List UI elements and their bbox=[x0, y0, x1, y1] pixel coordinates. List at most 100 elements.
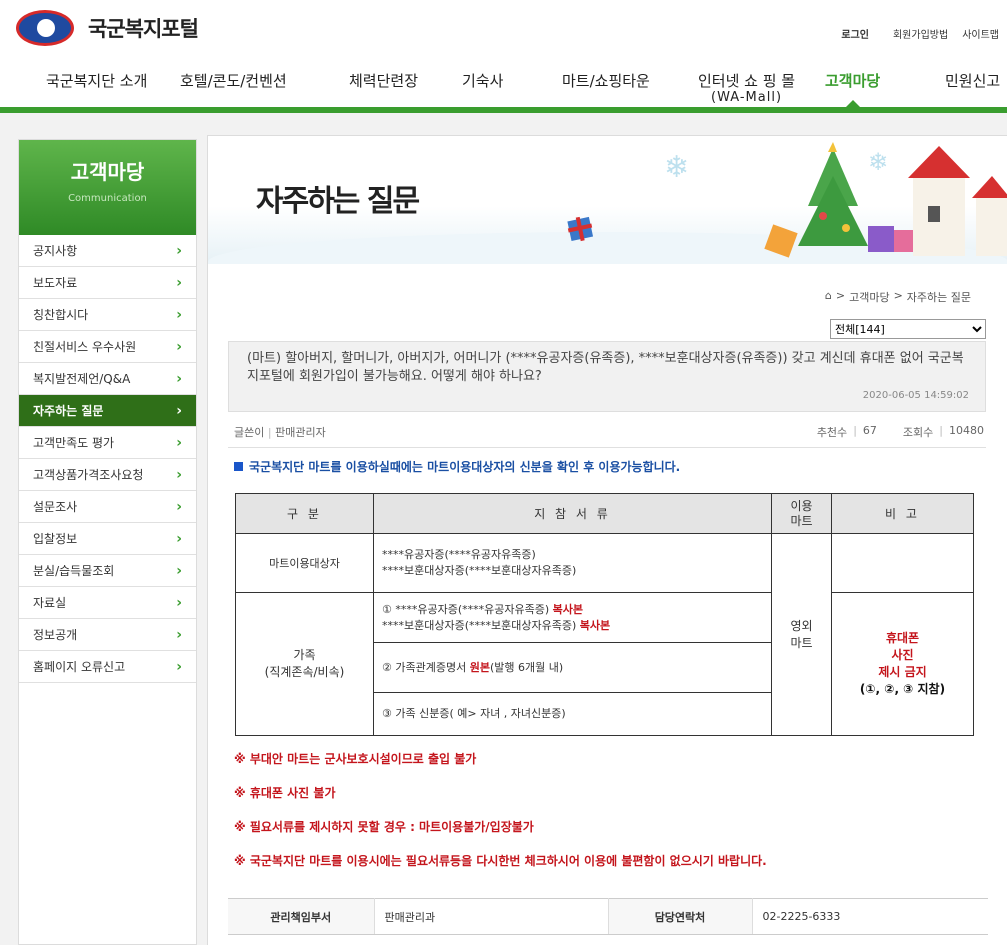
meta-separator: | bbox=[853, 424, 857, 437]
nav-dormitory[interactable]: 기숙사 bbox=[462, 70, 503, 91]
recommend-label: 추천수 bbox=[816, 426, 848, 439]
site-logo[interactable]: 국군복지포털 bbox=[16, 10, 199, 46]
row1-note bbox=[831, 533, 974, 593]
nav-fitness[interactable]: 체력단련장 bbox=[349, 70, 418, 91]
sidebar-item-qna[interactable]: 복지발전제언/Q&A › bbox=[19, 363, 196, 395]
table-row: 가족 (직계존속/비속) ① ****유공자증(****유공자유족증) 복사본 … bbox=[235, 592, 974, 736]
login-link[interactable]: 로그인 bbox=[841, 26, 869, 41]
sidebar-item-press[interactable]: 보도자료 › bbox=[19, 267, 196, 299]
christmas-tree-illustration bbox=[764, 142, 1007, 258]
note-line3: 제시 금지 bbox=[878, 665, 927, 679]
nav-wa-mall-label: 인터넷 쇼 핑 몰 bbox=[698, 72, 796, 90]
sidebar-item-label: 고객만족도 평가 bbox=[33, 436, 115, 450]
row2-doc1-line2-text: ****보훈대상자증(****보훈대상자유족증) bbox=[382, 618, 580, 632]
signup-guide-link[interactable]: 회원가입방법 bbox=[893, 26, 948, 41]
warning-item: ※ 필요서류를 제시하지 못할 경우 : 마트이용불가/입장불가 bbox=[234, 820, 534, 834]
gift-icon bbox=[567, 216, 594, 242]
row2-doc1: ① ****유공자증(****유공자유족증) 복사본 ****보훈대상자증(**… bbox=[373, 592, 772, 643]
sitemap-link[interactable]: 사이트맵 bbox=[962, 26, 999, 41]
mart-type-cell: 영외 마트 bbox=[771, 533, 832, 736]
writer-name: 판매관리자 bbox=[275, 426, 326, 439]
breadcrumb-separator: > bbox=[893, 289, 903, 302]
sidebar-item-archive[interactable]: 자료실 › bbox=[19, 587, 196, 619]
square-bullet-icon bbox=[234, 462, 243, 471]
sidebar-title: 고객마당 bbox=[70, 160, 145, 184]
contact-table: 관리책임부서 판매관리과 담당연락처 02-2225-6333 bbox=[228, 898, 988, 935]
nav-wa-mall[interactable]: 인터넷 쇼 핑 몰 (WA-Mall) bbox=[698, 70, 795, 105]
emblem-icon bbox=[16, 10, 74, 46]
meta-separator: | bbox=[267, 426, 272, 439]
sidebar-item-label: 공지사항 bbox=[33, 244, 78, 258]
table-row: 마트이용대상자 ****유공자증(****유공자유족증) ****보훈대상자증(… bbox=[235, 533, 974, 736]
sidebar-item-disclosure[interactable]: 정보공개 › bbox=[19, 619, 196, 651]
sidebar-item-label: 자료실 bbox=[33, 596, 67, 610]
nav-about[interactable]: 국군복지단 소개 bbox=[46, 70, 147, 91]
main-content: 자주하는 질문 ❄ ❄ ⌂ > 고객마당 > 자주하는 질문 전체[144] (… bbox=[207, 135, 1007, 945]
sidebar-item-lost-found[interactable]: 분실/습득물조회 › bbox=[19, 555, 196, 587]
notice-text: 국군복지단 마트를 이용하실때에는 마트이용대상자의 신분을 확인 후 이용가능… bbox=[249, 460, 681, 474]
row1-doc-line1: ****유공자증(****유공자유족증) bbox=[382, 548, 536, 561]
home-icon[interactable]: ⌂ bbox=[825, 289, 832, 305]
active-nav-indicator bbox=[846, 100, 860, 107]
row2-note: 휴대폰 사진 제시 금지 (①, ②, ③ 지참) bbox=[831, 592, 974, 736]
meta-spacer bbox=[883, 424, 897, 440]
sidebar-item-price-survey[interactable]: 고객상품가격조사요청 › bbox=[19, 459, 196, 491]
breadcrumb-separator: > bbox=[835, 289, 846, 302]
dept-label: 관리책임부서 bbox=[228, 898, 375, 935]
warning-item: ※ 부대안 마트는 군사보호시설이므로 출입 불가 bbox=[234, 752, 477, 766]
row2-doc1-line1: ① ****유공자증(****유공자유족증) 복사본 bbox=[382, 602, 771, 618]
sidebar-item-notice[interactable]: 공지사항 › bbox=[19, 235, 196, 267]
breadcrumb: ⌂ > 고객마당 > 자주하는 질문 bbox=[825, 289, 971, 305]
nav-complaint[interactable]: 민원신고 bbox=[945, 70, 1000, 91]
table-header-mart: 이용 마트 bbox=[771, 493, 832, 534]
required-documents-table: 구 분 지 참 서 류 이용 마트 비 고 마트이용대상자 ****유공자증(*… bbox=[235, 493, 974, 736]
table-header-docs: 지 참 서 류 bbox=[373, 493, 772, 534]
sidebar-item-bid[interactable]: 입찰정보 › bbox=[19, 523, 196, 555]
writer-label: 글쓴이 bbox=[234, 426, 265, 439]
sidebar-item-label: 입찰정보 bbox=[33, 532, 78, 546]
row2-doc3: ③ 가족 신분증( 예> 자녀 , 자녀신분증) bbox=[373, 692, 772, 736]
row2-category-line1: 가족 bbox=[293, 648, 316, 662]
sidebar-item-praise[interactable]: 칭찬합시다 › bbox=[19, 299, 196, 331]
sidebar-item-error-report[interactable]: 홈페이지 오류신고 › bbox=[19, 651, 196, 683]
sidebar-item-best-staff[interactable]: 친절서비스 우수사원 › bbox=[19, 331, 196, 363]
sidebar-item-label: 칭찬합시다 bbox=[33, 308, 89, 322]
chevron-right-icon: › bbox=[176, 274, 182, 291]
row2-category-line2: (직계존속/비속) bbox=[264, 665, 345, 679]
page-banner: 자주하는 질문 ❄ ❄ bbox=[208, 136, 1007, 264]
sidebar-item-label: 정보공개 bbox=[33, 628, 78, 642]
note-line4: (①, ②, ③ 지참) bbox=[859, 682, 946, 696]
row2-doc2: ② 가족관계증명서 원본(발행 6개월 내) bbox=[373, 642, 772, 693]
recommend-count: 67 bbox=[862, 424, 877, 437]
phone-value: 02-2225-6333 bbox=[752, 898, 988, 935]
chevron-right-icon: › bbox=[176, 594, 182, 611]
question-box: (마트) 할아버지, 할머니가, 아버지가, 어머니가 (****유공자증(유족… bbox=[228, 341, 986, 412]
breadcrumb-level1[interactable]: 고객마당 bbox=[849, 289, 889, 305]
page-body: 고객마당 Communication 공지사항 › 보도자료 › 칭찬합시다 › 친절… bbox=[0, 113, 1007, 945]
views-count: 10480 bbox=[949, 424, 984, 437]
note-line1: 휴대폰 bbox=[885, 631, 920, 645]
category-filter-select[interactable]: 전체[144] bbox=[830, 319, 986, 339]
sidebar-item-label: 고객상품가격조사요청 bbox=[33, 468, 144, 482]
nav-hotel-condo[interactable]: 호텔/콘도/컨벤션 bbox=[180, 70, 287, 91]
post-counts: 추천수 | 67 조회수 | 10480 bbox=[817, 424, 984, 440]
chevron-right-icon: › bbox=[176, 242, 182, 259]
sidebar-item-label: 자주하는 질문 bbox=[33, 404, 104, 418]
nav-mart[interactable]: 마트/쇼핑타운 bbox=[562, 70, 650, 91]
sidebar-menu: 공지사항 › 보도자료 › 칭찬합시다 › 친절서비스 우수사원 › 복지발전제언/Q&… bbox=[19, 235, 196, 683]
table-header-note: 비 고 bbox=[831, 493, 974, 534]
sidebar-subtitle: Communication bbox=[68, 193, 147, 204]
sidebar-item-faq[interactable]: 자주하는 질문 › bbox=[19, 395, 196, 427]
page-title: 자주하는 질문 bbox=[256, 184, 420, 219]
breadcrumb-level2[interactable]: 자주하는 질문 bbox=[907, 289, 971, 305]
warning-item: ※ 휴대폰 사진 불가 bbox=[234, 786, 336, 800]
nav-wa-mall-sub: (WA-Mall) bbox=[711, 90, 783, 105]
nav-customer[interactable]: 고객마당 bbox=[825, 70, 880, 91]
views-label: 조회수 bbox=[902, 426, 934, 439]
note-line2: 사진 bbox=[891, 648, 914, 662]
dept-value: 판매관리과 bbox=[374, 898, 609, 935]
sidebar-item-survey[interactable]: 설문조사 › bbox=[19, 491, 196, 523]
writer-info: 글쓴이 | 판매관리자 bbox=[234, 424, 326, 440]
sidebar-item-satisfaction[interactable]: 고객만족도 평가 › bbox=[19, 427, 196, 459]
row2-doc1-line1-text: ① ****유공자증(****유공자유족증) bbox=[382, 602, 553, 616]
